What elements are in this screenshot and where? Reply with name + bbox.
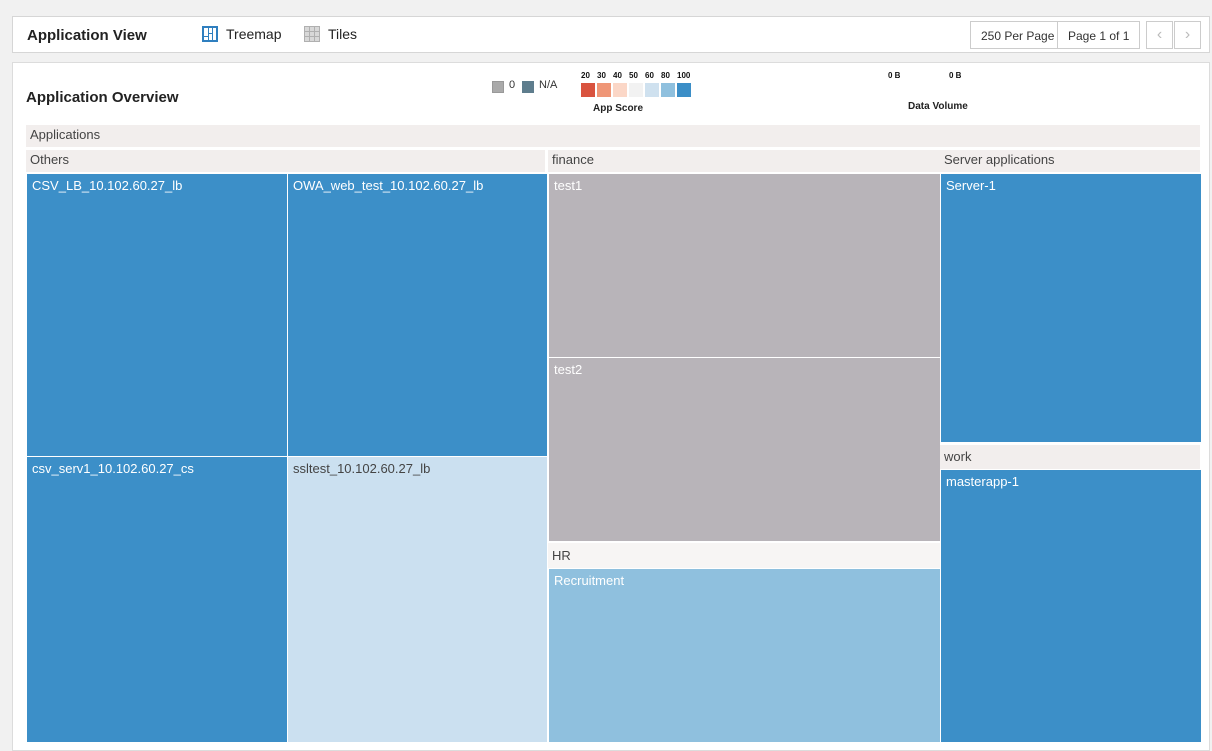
app-cell-label: Recruitment bbox=[554, 573, 625, 588]
app-cell-server-1[interactable]: Server-1 bbox=[940, 173, 1202, 443]
tiles-icon bbox=[304, 26, 320, 42]
app-cell-csv-serv1[interactable]: csv_serv1_10.102.60.27_cs bbox=[26, 456, 288, 743]
score-tick-30: 30 bbox=[597, 71, 606, 80]
treemap-view-label: Treemap bbox=[226, 26, 282, 42]
volume-high-label: 0 B bbox=[949, 71, 962, 80]
score-tick-80: 80 bbox=[661, 71, 670, 80]
app-cell-test1[interactable]: test1 bbox=[548, 173, 941, 358]
tiles-view-button[interactable]: Tiles bbox=[304, 26, 357, 42]
app-cell-label: test2 bbox=[554, 362, 583, 377]
app-cell-owa-web-test[interactable]: OWA_web_test_10.102.60.27_lb bbox=[287, 173, 548, 457]
chevron-left-icon: ‹ bbox=[1156, 26, 1163, 43]
legend-zero-swatch bbox=[492, 81, 504, 93]
score-swatch-4 bbox=[629, 83, 643, 97]
legend-zero-label: 0 bbox=[509, 79, 516, 91]
score-tick-40: 40 bbox=[613, 71, 622, 80]
next-page-button[interactable]: › bbox=[1174, 21, 1201, 49]
page-title: Application View bbox=[27, 27, 147, 44]
app-score-caption: App Score bbox=[593, 103, 644, 114]
score-swatch-3 bbox=[613, 83, 627, 97]
prev-page-button[interactable]: ‹ bbox=[1146, 21, 1173, 49]
volume-low-label: 0 B bbox=[888, 71, 901, 80]
per-page-select[interactable]: 250 Per Page bbox=[970, 21, 1066, 49]
app-cell-label: CSV_LB_10.102.60.27_lb bbox=[32, 178, 183, 193]
treemap-icon bbox=[202, 26, 218, 42]
treemap-root-header: Applications bbox=[26, 125, 1200, 147]
tiles-view-label: Tiles bbox=[328, 26, 358, 42]
score-tick-50: 50 bbox=[629, 71, 638, 80]
group-header-others[interactable]: Others bbox=[26, 150, 545, 172]
score-tick-100: 100 bbox=[677, 71, 691, 80]
group-header-work[interactable]: work bbox=[940, 445, 1200, 469]
score-swatch-6 bbox=[661, 83, 675, 97]
treemap-view-button[interactable]: Treemap bbox=[202, 26, 282, 42]
group-header-server-applications[interactable]: Server applications bbox=[940, 150, 1200, 172]
score-tick-60: 60 bbox=[645, 71, 654, 80]
data-volume-caption: Data Volume bbox=[908, 101, 968, 112]
app-cell-label: Server-1 bbox=[946, 178, 996, 193]
score-swatch-5 bbox=[645, 83, 659, 97]
score-tick-20: 20 bbox=[581, 71, 590, 80]
group-header-hr[interactable]: HR bbox=[548, 543, 941, 569]
app-cell-label: ssltest_10.102.60.27_lb bbox=[293, 461, 431, 476]
app-cell-csv-lb[interactable]: CSV_LB_10.102.60.27_lb bbox=[26, 173, 288, 457]
legend-na-swatch bbox=[522, 81, 534, 93]
score-swatch-7 bbox=[677, 83, 691, 97]
app-cell-masterapp-1[interactable]: masterapp-1 bbox=[940, 469, 1202, 743]
score-swatch-1 bbox=[581, 83, 595, 97]
page-indicator[interactable]: Page 1 of 1 bbox=[1057, 21, 1141, 49]
app-cell-test2[interactable]: test2 bbox=[548, 357, 941, 542]
app-cell-label: csv_serv1_10.102.60.27_cs bbox=[32, 461, 194, 476]
overview-title: Application Overview bbox=[26, 89, 179, 106]
view-toolbar: Application View Treemap Tiles 250 Per P… bbox=[12, 16, 1210, 53]
score-swatch-2 bbox=[597, 83, 611, 97]
chevron-right-icon: › bbox=[1184, 26, 1191, 43]
app-cell-label: masterapp-1 bbox=[946, 474, 1019, 489]
app-cell-ssltest[interactable]: ssltest_10.102.60.27_lb bbox=[287, 456, 548, 743]
group-header-finance[interactable]: finance bbox=[548, 150, 940, 172]
app-cell-label: test1 bbox=[554, 178, 583, 193]
legend-na-label: N/A bbox=[539, 79, 558, 91]
application-overview-panel: Application Overview 0 N/A 20 30 40 50 6… bbox=[12, 62, 1210, 751]
app-cell-label: OWA_web_test_10.102.60.27_lb bbox=[293, 178, 484, 193]
app-cell-recruitment[interactable]: Recruitment bbox=[548, 568, 941, 743]
